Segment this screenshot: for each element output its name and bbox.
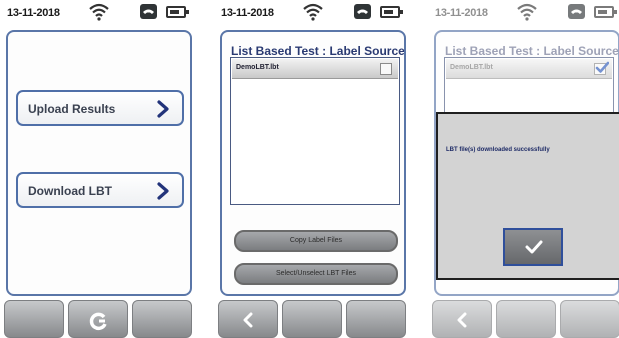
screen-main-menu: 13-11-2018 Upload Results Download LBT xyxy=(4,0,194,338)
list-item-label: DemoLBT.lbt xyxy=(236,64,279,71)
phone-icon xyxy=(354,4,371,19)
nav-button-left[interactable] xyxy=(4,300,64,338)
screen-download-success: 13-11-2018 List Based Test : Label Sourc… xyxy=(432,0,619,338)
phone-icon xyxy=(140,4,157,19)
success-dialog: LBT file(s) downloaded successfully xyxy=(436,112,619,280)
wifi-icon xyxy=(303,3,323,21)
battery-icon xyxy=(166,6,189,18)
dialog-message: LBT file(s) downloaded successfully xyxy=(446,147,550,153)
download-lbt-button[interactable]: Download LBT xyxy=(16,172,184,208)
ok-button[interactable] xyxy=(503,228,563,266)
chevron-right-icon xyxy=(157,182,169,200)
nav-button-middle[interactable] xyxy=(282,300,342,338)
back-arrow-icon xyxy=(243,312,253,328)
lbt-file-list[interactable]: DemoLBT.lbt xyxy=(230,57,400,205)
list-item[interactable]: DemoLBT.lbt xyxy=(232,59,398,79)
nav-bar xyxy=(218,300,408,338)
label-source-panel: List Based Test : Label Source F DemoLBT… xyxy=(220,30,406,296)
download-lbt-label: Download LBT xyxy=(28,184,112,198)
select-unselect-label: Select/Unselect LBT Files xyxy=(275,270,356,277)
nav-button-right[interactable] xyxy=(346,300,406,338)
nav-button-right[interactable] xyxy=(132,300,192,338)
select-unselect-button[interactable]: Select/Unselect LBT Files xyxy=(234,263,398,285)
wifi-icon xyxy=(89,3,109,21)
battery-icon xyxy=(380,6,403,18)
refresh-icon xyxy=(89,312,107,331)
back-button[interactable] xyxy=(218,300,278,338)
upload-results-button[interactable]: Upload Results xyxy=(16,90,184,126)
menu-panel: Upload Results Download LBT xyxy=(6,30,192,296)
copy-label-files-button[interactable]: Copy Label Files xyxy=(234,230,398,252)
nav-button-refresh[interactable] xyxy=(68,300,128,338)
upload-results-label: Upload Results xyxy=(28,102,116,116)
status-bar: 13-11-2018 xyxy=(218,0,408,26)
nav-bar xyxy=(4,300,194,338)
checkmark-icon xyxy=(525,240,543,254)
screen-label-source: 13-11-2018 List Based Test : Label Sourc… xyxy=(218,0,408,338)
list-item-checkbox[interactable] xyxy=(380,63,392,75)
copy-label-files-label: Copy Label Files xyxy=(289,237,343,244)
chevron-right-icon xyxy=(157,100,169,118)
status-date: 13-11-2018 xyxy=(7,7,60,19)
page-title: List Based Test : Label Source F xyxy=(231,44,406,58)
status-bar: 13-11-2018 xyxy=(4,0,194,26)
status-date: 13-11-2018 xyxy=(221,7,274,19)
